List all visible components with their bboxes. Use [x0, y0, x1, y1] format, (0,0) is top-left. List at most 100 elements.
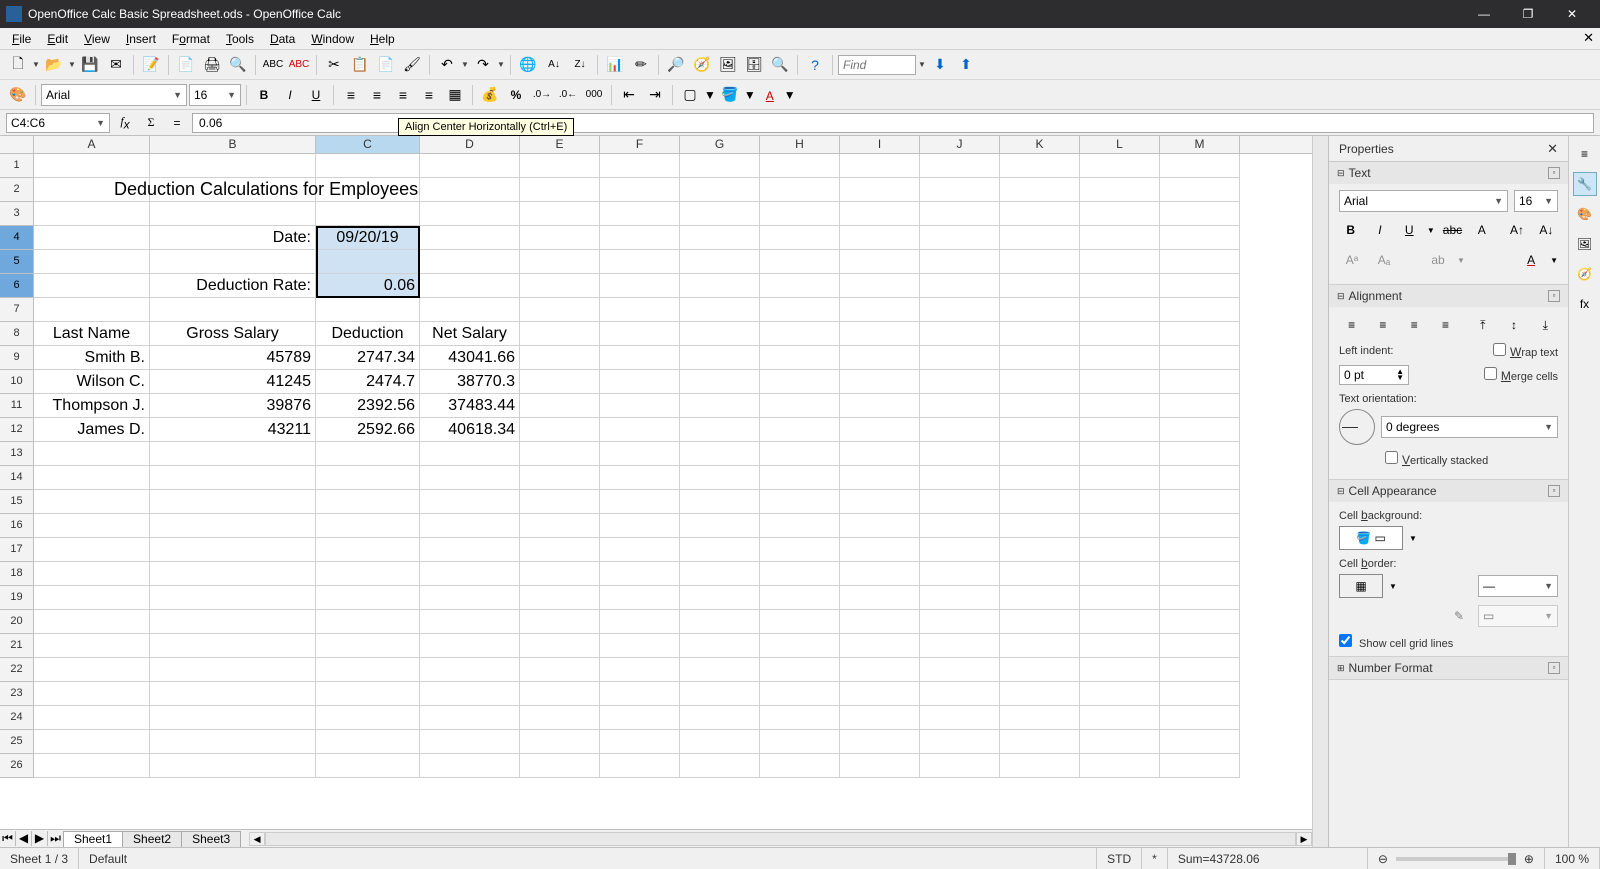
- wrap-text-checkbox[interactable]: Wrap text: [1493, 343, 1558, 359]
- row-1[interactable]: 1: [0, 154, 1312, 178]
- find-prev-button[interactable]: ⬆: [954, 53, 978, 77]
- spreadsheet-grid[interactable]: A B C D E F G H I J K L M 12Deduction Ca…: [0, 136, 1312, 847]
- row-4[interactable]: 4Date:09/20/19: [0, 226, 1312, 250]
- row-header-15[interactable]: 15: [0, 490, 34, 514]
- row-26[interactable]: 26: [0, 754, 1312, 778]
- row-header-6[interactable]: 6: [0, 274, 34, 298]
- edit-file-button[interactable]: 📝: [139, 53, 163, 77]
- col-header-I[interactable]: I: [840, 136, 920, 153]
- status-mode[interactable]: STD: [1097, 848, 1142, 869]
- sidebar-settings-icon[interactable]: ≡: [1573, 142, 1597, 166]
- align-center-button[interactable]: ≡: [365, 83, 389, 107]
- alignment-more-icon[interactable]: ▫: [1548, 290, 1560, 302]
- cut-button[interactable]: ✂: [322, 53, 346, 77]
- underline-button[interactable]: U: [304, 83, 328, 107]
- maximize-button[interactable]: ❐: [1506, 0, 1550, 28]
- row-21[interactable]: 21: [0, 634, 1312, 658]
- save-button[interactable]: 💾: [78, 53, 102, 77]
- status-zoom[interactable]: 100 %: [1545, 848, 1600, 869]
- row-header-5[interactable]: 5: [0, 250, 34, 274]
- row-header-7[interactable]: 7: [0, 298, 34, 322]
- bold-button[interactable]: B: [252, 83, 276, 107]
- row-header-22[interactable]: 22: [0, 658, 34, 682]
- row-9[interactable]: 9Smith B.457892747.3443041.66: [0, 346, 1312, 370]
- open-button[interactable]: 📂: [42, 53, 66, 77]
- row-header-17[interactable]: 17: [0, 538, 34, 562]
- spellcheck-button[interactable]: ABC: [261, 53, 285, 77]
- cell-background-picker[interactable]: 🪣 ▭: [1339, 526, 1403, 550]
- increase-indent-button[interactable]: ⇥: [643, 83, 667, 107]
- panel-align-right-button[interactable]: ≡: [1402, 313, 1427, 337]
- panel-shadow-button[interactable]: A: [1470, 218, 1493, 242]
- add-decimal-button[interactable]: .0→: [530, 83, 554, 107]
- row-header-18[interactable]: 18: [0, 562, 34, 586]
- sheet-tab-1[interactable]: Sheet1: [63, 831, 123, 847]
- row-10[interactable]: 10Wilson C.412452474.738770.3: [0, 370, 1312, 394]
- panel-font-size-select[interactable]: 16▼: [1514, 190, 1558, 212]
- email-button[interactable]: ✉: [104, 53, 128, 77]
- row-5[interactable]: 5: [0, 250, 1312, 274]
- data-sources-button[interactable]: 🗄: [742, 53, 766, 77]
- remove-decimal-button[interactable]: .0←: [556, 83, 580, 107]
- new-button[interactable]: 🗋: [6, 53, 30, 77]
- row-24[interactable]: 24: [0, 706, 1312, 730]
- gallery-button[interactable]: 🖼: [716, 53, 740, 77]
- row-2[interactable]: 2Deduction Calculations for Employees: [0, 178, 1312, 202]
- row-header-23[interactable]: 23: [0, 682, 34, 706]
- sidebar-styles-icon[interactable]: 🎨: [1573, 202, 1597, 226]
- navigator-button[interactable]: 🧭: [690, 53, 714, 77]
- col-header-H[interactable]: H: [760, 136, 840, 153]
- panel-shrink-font-button[interactable]: A↓: [1535, 218, 1558, 242]
- indent-spinner[interactable]: 0 pt▲▼: [1339, 365, 1409, 385]
- find-dropdown[interactable]: ▼: [918, 60, 926, 69]
- find-replace-button[interactable]: 🔎: [664, 53, 688, 77]
- col-header-J[interactable]: J: [920, 136, 1000, 153]
- undo-dropdown[interactable]: ▼: [461, 60, 469, 69]
- row-14[interactable]: 14: [0, 466, 1312, 490]
- text-more-icon[interactable]: ▫: [1548, 167, 1560, 179]
- menu-format[interactable]: Format: [164, 30, 218, 48]
- row-18[interactable]: 18: [0, 562, 1312, 586]
- row-header-21[interactable]: 21: [0, 634, 34, 658]
- panel-bold-button[interactable]: B: [1339, 218, 1362, 242]
- redo-button[interactable]: ↷: [471, 53, 495, 77]
- redo-dropdown[interactable]: ▼: [497, 60, 505, 69]
- border-color-button[interactable]: ✎: [1446, 604, 1472, 628]
- decrease-indent-button[interactable]: ⇤: [617, 83, 641, 107]
- print-button[interactable]: 🖨: [200, 53, 224, 77]
- row-3[interactable]: 3: [0, 202, 1312, 226]
- hyperlink-button[interactable]: 🌐: [516, 53, 540, 77]
- styles-button[interactable]: 🎨: [6, 83, 30, 107]
- font-name-select[interactable]: Arial▼: [41, 84, 187, 106]
- percent-button[interactable]: %: [504, 83, 528, 107]
- col-header-C[interactable]: C: [316, 136, 420, 153]
- align-left-button[interactable]: ≡: [339, 83, 363, 107]
- show-draw-button[interactable]: ✏: [629, 53, 653, 77]
- menu-insert[interactable]: Insert: [118, 30, 164, 48]
- sort-asc-button[interactable]: A↓: [542, 53, 566, 77]
- panel-font-name-select[interactable]: Arial▼: [1339, 190, 1508, 212]
- close-button[interactable]: ✕: [1550, 0, 1594, 28]
- col-header-E[interactable]: E: [520, 136, 600, 153]
- sidebar-functions-icon[interactable]: fx: [1573, 292, 1597, 316]
- row-6[interactable]: 6Deduction Rate:0.06: [0, 274, 1312, 298]
- status-sheet[interactable]: Sheet 1 / 3: [0, 848, 79, 869]
- menu-data[interactable]: Data: [262, 30, 303, 48]
- zoom-slider[interactable]: ⊖⊕: [1368, 848, 1545, 869]
- function-button[interactable]: =: [166, 116, 188, 130]
- background-color-button[interactable]: 🪣: [718, 83, 742, 107]
- minimize-button[interactable]: —: [1462, 0, 1506, 28]
- panel-align-center-button[interactable]: ≡: [1370, 313, 1395, 337]
- panel-align-left-button[interactable]: ≡: [1339, 313, 1364, 337]
- row-12[interactable]: 12James D.432112592.6640618.34: [0, 418, 1312, 442]
- undo-button[interactable]: ↶: [435, 53, 459, 77]
- align-right-button[interactable]: ≡: [391, 83, 415, 107]
- col-header-G[interactable]: G: [680, 136, 760, 153]
- merge-cells-button[interactable]: ▦: [443, 83, 467, 107]
- row-header-2[interactable]: 2: [0, 178, 34, 202]
- col-header-L[interactable]: L: [1080, 136, 1160, 153]
- panel-strike-button[interactable]: abc: [1441, 218, 1464, 242]
- sum-button[interactable]: Σ: [140, 115, 162, 130]
- auto-spellcheck-button[interactable]: ABC: [287, 53, 311, 77]
- panel-super-button[interactable]: Aᵃ: [1339, 248, 1365, 272]
